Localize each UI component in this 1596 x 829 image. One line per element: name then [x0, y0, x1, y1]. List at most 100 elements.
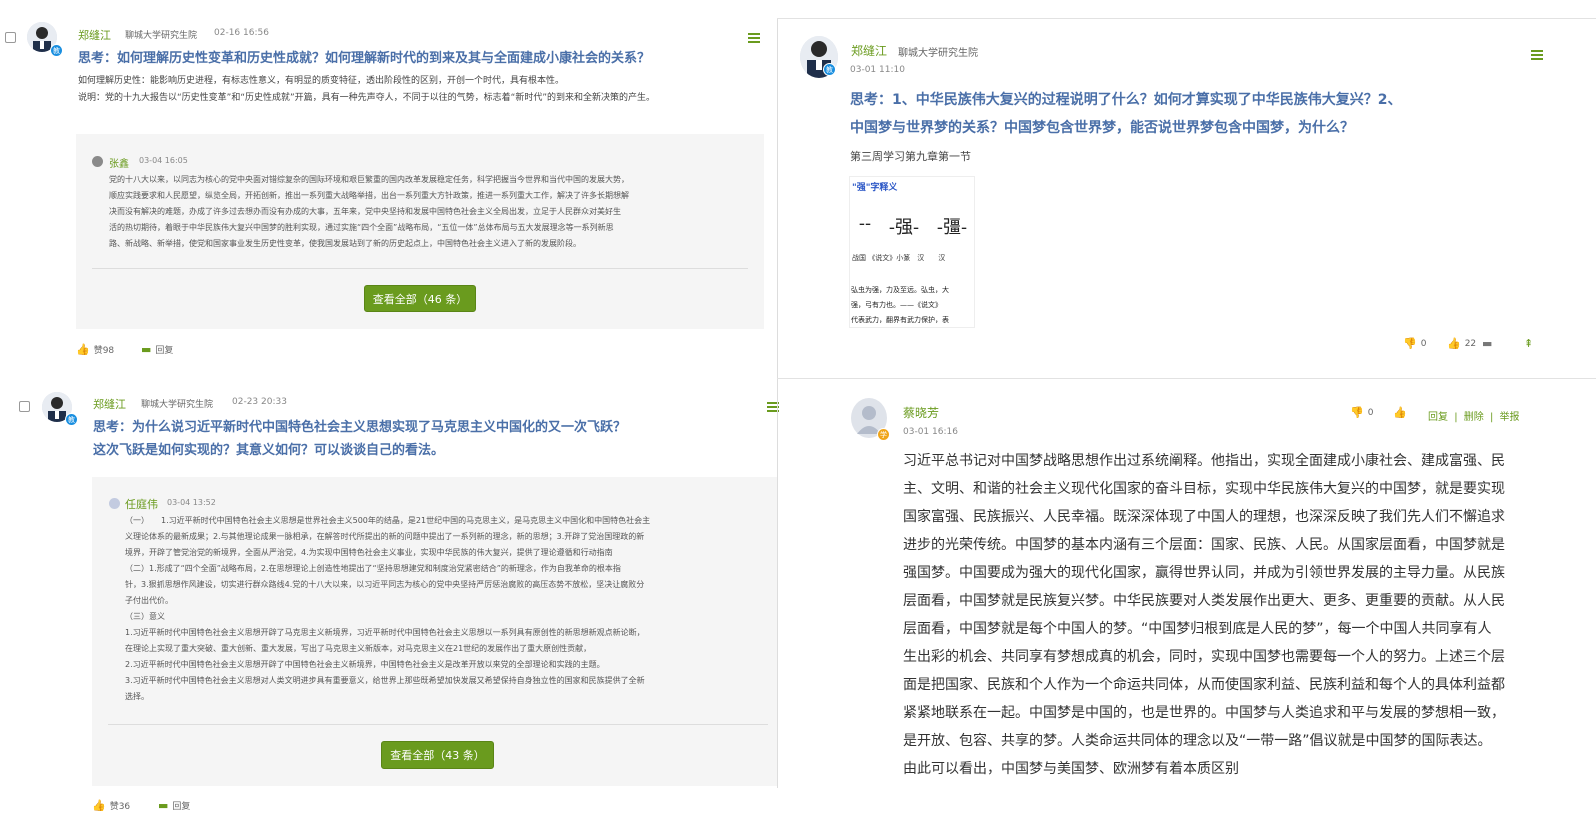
- reply-link[interactable]: 回复: [1428, 412, 1448, 423]
- post-body: 如何理解历史性：能影响历史进程，有标志性意义，有明显的质变特征，透出阶段性的区别…: [78, 73, 763, 107]
- comment-line: 进步的光荣传统。中国梦的基本内涵有三个层面：国家、民族、人民。从国家层面看，中国…: [903, 531, 1563, 559]
- comment-icon: ▬: [158, 799, 168, 812]
- glyph-labels: 战国 《说文》小篆 汉 汉: [852, 253, 945, 263]
- reply-line: 2.习近平新时代中国特色社会主义思想开辟了中国特色社会主义新境界，中国特色社会主…: [125, 657, 770, 673]
- image-caption-line: 弘虫为强，力及至远。弘虫，大: [851, 283, 949, 298]
- post-title[interactable]: 思考：为什么说习近平新时代中国特色社会主义思想实现了马克思主义中国化的又一次飞跃…: [93, 416, 626, 462]
- comment-line: 国家富强、民族振兴、人民幸福。既深深体现了中国人的理想，也深深反映了我们先人们不…: [903, 503, 1563, 531]
- reply-button[interactable]: ▬ 回复: [141, 343, 173, 356]
- comment-icon: ▬: [141, 343, 151, 356]
- reply-line: 3.习近平新时代中国特色社会主义思想对人类文明进步具有重要意义，给世界上那些既希…: [125, 673, 770, 689]
- image-header: "强"字释义: [852, 180, 897, 193]
- student-badge: 学: [877, 428, 890, 441]
- view-all-button[interactable]: 查看全部（46 条）: [364, 285, 476, 312]
- dislike-button[interactable]: 👎 0: [1403, 337, 1426, 350]
- dislike-count: 0: [1368, 408, 1374, 418]
- divider: [92, 268, 748, 269]
- reply-text: （一） 1.习近平新时代中国特色社会主义思想是世界社会主义500年的结晶，是21…: [125, 513, 770, 705]
- like-button[interactable]: 👍 赞36: [92, 799, 130, 812]
- dislike-count: 0: [1421, 339, 1427, 349]
- author-name[interactable]: 郑缝江: [851, 42, 887, 59]
- thumb-up-icon: 👍: [76, 343, 90, 356]
- comment-body: 习近平总书记对中国梦战略思想作出过系统阐释。他指出，实现全面建成小康社会、建成富…: [903, 447, 1563, 783]
- reply-time: 03-04 13:52: [167, 498, 216, 507]
- select-checkbox-post1[interactable]: [5, 32, 16, 43]
- report-link[interactable]: 举报: [1500, 412, 1520, 423]
- author-name[interactable]: 郑缝江: [93, 396, 126, 412]
- reply-button[interactable]: ▬ 回复: [158, 799, 190, 812]
- comment-line: 由此可以看出，中国梦与美国梦、欧洲梦有着本质区别: [903, 755, 1563, 783]
- comment-time: 03-01 16:16: [903, 427, 958, 437]
- attached-image[interactable]: "强"字释义 -𢎘- -强- -彊- 战国 《说文》小篆 汉 汉 弘虫为强，力及…: [849, 176, 975, 328]
- delete-link[interactable]: 删除: [1464, 412, 1484, 423]
- reply-line: （二）1.形成了“四个全面”战略布局，2.在思想理论上创造性地提出了“坚持思想建…: [125, 561, 770, 577]
- reply-line: 义理论体系的最新成果；2.与其他理论成果一脉相承，在解答时代所提出的新的问题中提…: [125, 529, 770, 545]
- glyph: -彊-: [937, 213, 967, 239]
- reply-line: 决而没有解决的难题，办成了许多过去想办而没有办成的大事，五年来，党中央坚持和发展…: [109, 204, 749, 220]
- glyph: -强-: [889, 213, 919, 239]
- glyph-row: -𢎘- -强- -彊-: [850, 213, 976, 239]
- author-org: 聊城大学研究生院: [125, 28, 197, 41]
- comment-line: 紧紧地联系在一起。中国梦是中国的，也是世界的。中国梦与人类追求和平与发展的梦想相…: [903, 699, 1563, 727]
- reply-line: 活的热切期待，着眼于中华民族伟大复兴中国梦的胜利实现，通过实施“四个全面”战略布…: [109, 220, 749, 236]
- like-button[interactable]: 👍: [1393, 406, 1407, 419]
- post-title[interactable]: 思考：1、中华民族伟大复兴的过程说明了什么？如何才算实现了中华民族伟大复兴？2、…: [850, 86, 1401, 142]
- image-caption: 弘虫为强，力及至远。弘虫，大 强，弓有力也。——《说文》 代表武力，翻界有武力保…: [851, 283, 949, 328]
- post-time: 02-23 20:33: [232, 397, 287, 407]
- avatar: [109, 498, 120, 509]
- reply-author[interactable]: 张鑫: [109, 155, 129, 170]
- author-org: 聊城大学研究生院: [898, 44, 978, 59]
- comment-line: 是开放、包容、共享的梦。人类命运共同体的理念以及“一带一路”倡议就是中国梦的国际…: [903, 727, 1563, 755]
- teacher-badge: 教: [50, 44, 63, 57]
- post-subtitle: 第三周学习第九章第一节: [850, 148, 971, 164]
- panel-divider: [777, 18, 778, 788]
- reply-line: 路、新战略、新举措，使党和国家事业发生历史性变革，使我国发展站到了新的历史起点上…: [109, 236, 749, 252]
- author-name[interactable]: 郑缝江: [78, 27, 111, 43]
- dislike-button[interactable]: 👎 0: [1350, 406, 1373, 419]
- panel-divider: [777, 18, 1596, 19]
- author-org: 聊城大学研究生院: [141, 397, 213, 410]
- post-title[interactable]: 思考：如何理解历史性变革和历史性成就？如何理解新时代的到来及其与全面建成小康社会…: [78, 47, 650, 66]
- thumb-up-icon: 👍: [92, 799, 106, 812]
- image-caption-line: 代表武力，翻界有武力保护，表: [851, 313, 949, 328]
- comment-line: 习近平总书记对中国梦战略思想作出过系统阐释。他指出，实现全面建成小康社会、建成富…: [903, 447, 1563, 475]
- comment-line: 主、文明、和谐的社会主义现代化国家的奋斗目标，实现中华民族伟大复兴的中国梦，就是…: [903, 475, 1563, 503]
- like-count: 赞98: [94, 343, 114, 356]
- post-title-line: 思考：为什么说习近平新时代中国特色社会主义思想实现了马克思主义中国化的又一次飞跃…: [93, 416, 626, 439]
- comment-line: 层面看，中国梦就是每个中国人的梦。“中国梦归根到底是人民的梦”，每一个中国人共同…: [903, 615, 1563, 643]
- post-title-line: 中国梦与世界梦的关系？中国梦包含世界梦，能否说世界梦包含中国梦，为什么？: [850, 114, 1401, 142]
- pin-top-button[interactable]: ⇞: [1524, 337, 1533, 350]
- menu-icon[interactable]: [748, 33, 760, 43]
- comment-line: 强国梦。中国要成为强大的现代化国家，赢得世界认同，并成为引领世界发展的主导力量。…: [903, 559, 1563, 587]
- comment-button[interactable]: ▬: [1482, 337, 1492, 350]
- select-checkbox-post2[interactable]: [19, 401, 30, 412]
- avatar: [92, 156, 103, 167]
- menu-icon[interactable]: [1531, 50, 1543, 60]
- reply-line: 在理论上实现了重大突破、重大创新、重大发展，写出了马克思主义新版本，对马克思主义…: [125, 641, 770, 657]
- view-all-button[interactable]: 查看全部（43 条）: [381, 741, 494, 769]
- reply-line: 党的十八大以来，以同志为核心的党中央面对错综复杂的国际环境和艰巨繁重的国内改革发…: [109, 172, 749, 188]
- post-body-line: 说明：党的十九大报告以“历史性变革”和“历史性成就”开篇，具有一种先声夺人，不同…: [78, 90, 763, 107]
- like-button[interactable]: 👍 赞98: [76, 343, 114, 356]
- reply-author[interactable]: 任庭伟: [125, 496, 158, 512]
- reply-line: 1.习近平新时代中国特色社会主义思想开辟了马克思主义新境界，习近平新时代中国特色…: [125, 625, 770, 641]
- post-title-line: 这次飞跃是如何实现的？其意义如何？可以谈谈自己的看法。: [93, 439, 626, 462]
- comment-line: 生出彩的机会、共同享有梦想成真的机会，同时，实现中国梦也需要每一个人的努力。上述…: [903, 643, 1563, 671]
- reply-line: （一） 1.习近平新时代中国特色社会主义思想是世界社会主义500年的结晶，是21…: [125, 513, 770, 529]
- reply-line: 子付出代价。: [125, 593, 770, 609]
- reply-label: 回复: [155, 343, 173, 356]
- like-button[interactable]: 👍 22: [1447, 337, 1476, 350]
- post-time: 02-16 16:56: [214, 28, 269, 38]
- glyph: -𢎘-: [859, 213, 871, 239]
- post-title-line: 思考：1、中华民族伟大复兴的过程说明了什么？如何才算实现了中华民族伟大复兴？2、: [850, 86, 1401, 114]
- reply-text: 党的十八大以来，以同志为核心的党中央面对错综复杂的国际环境和艰巨繁重的国内改革发…: [109, 172, 749, 252]
- panel-divider: [777, 378, 1596, 379]
- reply-panel: 张鑫 03-04 16:05 党的十八大以来，以同志为核心的党中央面对错综复杂的…: [76, 134, 764, 329]
- reply-line: （三）意义: [125, 609, 770, 625]
- image-caption-line: 强，弓有力也。——《说文》: [851, 298, 949, 313]
- comment-author[interactable]: 蔡晓芳: [903, 404, 939, 421]
- comment-icon: ▬: [1482, 337, 1492, 350]
- pin-top-icon: ⇞: [1524, 337, 1533, 350]
- thumb-up-icon: 👍: [1447, 337, 1461, 350]
- divider: [108, 724, 768, 725]
